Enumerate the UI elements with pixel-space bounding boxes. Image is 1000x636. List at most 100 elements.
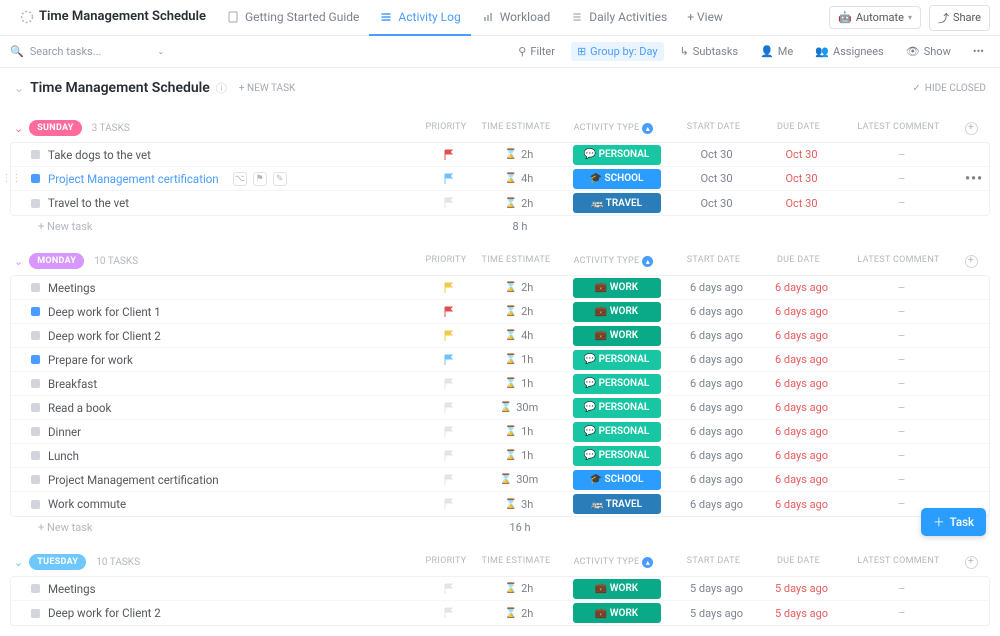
start-date-cell[interactable]: 6 days ago xyxy=(674,498,759,511)
time-estimate-cell[interactable]: ⌛30m xyxy=(479,473,559,486)
activity-cell[interactable]: 🎓 SCHOOL xyxy=(559,470,674,490)
groupby-button[interactable]: ⊞Group by: Day xyxy=(571,42,664,61)
comment-cell[interactable]: – xyxy=(844,377,959,391)
status-square[interactable] xyxy=(31,150,40,159)
search-input-wrap[interactable]: 🔍 Search tasks... ⌄ xyxy=(10,45,512,58)
col-priority[interactable]: PRIORITY xyxy=(416,255,476,268)
automate-button[interactable]: 🤖 Automate ▾ xyxy=(829,6,921,29)
task-name[interactable]: Dinner xyxy=(48,425,81,439)
comment-cell[interactable]: – xyxy=(844,582,959,596)
add-view-button[interactable]: + View xyxy=(677,0,733,36)
show-button[interactable]: 👁Show xyxy=(900,42,957,61)
status-square[interactable] xyxy=(31,584,40,593)
comment-cell[interactable]: – xyxy=(844,329,959,343)
tab-daily-activities[interactable]: Daily Activities xyxy=(560,0,677,36)
start-date-cell[interactable]: 6 days ago xyxy=(674,377,759,390)
collapse-icon[interactable]: ⌄ xyxy=(14,81,24,95)
task-name[interactable]: Lunch xyxy=(48,449,79,463)
priority-cell[interactable] xyxy=(419,474,479,486)
priority-cell[interactable] xyxy=(419,282,479,294)
comment-cell[interactable]: – xyxy=(844,473,959,487)
start-date-cell[interactable]: Oct 30 xyxy=(674,197,759,210)
due-date-cell[interactable]: 6 days ago xyxy=(759,498,844,511)
me-button[interactable]: 👤Me xyxy=(754,42,799,61)
activity-cell[interactable]: 💬 PERSONAL xyxy=(559,350,674,370)
priority-cell[interactable] xyxy=(419,306,479,318)
activity-cell[interactable]: 💼 WORK xyxy=(559,326,674,346)
status-square[interactable] xyxy=(31,283,40,292)
task-name[interactable]: Meetings xyxy=(48,582,96,596)
activity-cell[interactable]: 🚌 TRAVEL xyxy=(559,193,674,213)
col-time-estimate[interactable]: TIME ESTIMATE xyxy=(476,556,556,569)
start-date-cell[interactable]: Oct 30 xyxy=(674,148,759,161)
task-name[interactable]: Read a book xyxy=(48,401,111,415)
time-estimate-cell[interactable]: ⌛2h xyxy=(479,305,559,318)
status-square[interactable] xyxy=(31,500,40,509)
due-date-cell[interactable]: 5 days ago xyxy=(759,582,844,595)
new-task-header[interactable]: + NEW TASK xyxy=(239,83,295,94)
time-estimate-cell[interactable]: ⌛1h xyxy=(479,425,559,438)
time-estimate-cell[interactable]: ⌛3h xyxy=(479,498,559,511)
start-date-cell[interactable]: 6 days ago xyxy=(674,305,759,318)
start-date-cell[interactable]: 6 days ago xyxy=(674,281,759,294)
time-estimate-cell[interactable]: ⌛2h xyxy=(479,582,559,595)
time-estimate-cell[interactable]: ⌛4h xyxy=(479,329,559,342)
start-date-cell[interactable]: Oct 30 xyxy=(674,172,759,185)
status-square[interactable] xyxy=(31,609,40,618)
due-date-cell[interactable]: 6 days ago xyxy=(759,329,844,342)
tab-getting-started[interactable]: Getting Started Guide xyxy=(216,0,369,36)
add-column[interactable]: + xyxy=(956,122,986,135)
due-date-cell[interactable]: 6 days ago xyxy=(759,425,844,438)
col-activity-type[interactable]: ACTIVITY TYPE▴ xyxy=(556,556,671,569)
day-pill[interactable]: MONDAY xyxy=(29,253,84,269)
comment-cell[interactable]: – xyxy=(844,606,959,620)
col-start-date[interactable]: START DATE xyxy=(671,255,756,268)
task-row[interactable]: Deep work for Client 2 ⌛2h 💼 WORK 5 days… xyxy=(11,601,989,625)
collapse-group-icon[interactable]: ⌄ xyxy=(14,255,23,268)
priority-cell[interactable] xyxy=(419,402,479,414)
col-priority[interactable]: PRIORITY xyxy=(416,122,476,135)
day-pill[interactable]: TUESDAY xyxy=(29,554,86,570)
start-date-cell[interactable]: 6 days ago xyxy=(674,425,759,438)
comment-cell[interactable]: – xyxy=(844,281,959,295)
start-date-cell[interactable]: 6 days ago xyxy=(674,353,759,366)
collapse-group-icon[interactable]: ⌄ xyxy=(14,122,23,135)
task-name[interactable]: Deep work for Client 2 xyxy=(48,606,161,620)
comment-cell[interactable]: – xyxy=(844,172,959,186)
priority-cell[interactable] xyxy=(419,378,479,390)
priority-cell[interactable] xyxy=(419,354,479,366)
due-date-cell[interactable]: 6 days ago xyxy=(759,449,844,462)
due-date-cell[interactable]: Oct 30 xyxy=(759,172,844,185)
subtasks-button[interactable]: ↳Subtasks xyxy=(674,42,745,61)
col-due-date[interactable]: DUE DATE xyxy=(756,122,841,135)
task-row[interactable]: Read a book ⌛30m 💬 PERSONAL 6 days ago 6… xyxy=(11,396,989,420)
status-square[interactable] xyxy=(31,475,40,484)
priority-cell[interactable] xyxy=(419,149,479,161)
col-latest-comment[interactable]: LATEST COMMENT xyxy=(841,255,956,268)
task-name[interactable]: Meetings xyxy=(48,281,96,295)
activity-cell[interactable]: 💼 WORK xyxy=(559,302,674,322)
task-row[interactable]: Deep work for Client 2 ⌛4h 💼 WORK 6 days… xyxy=(11,324,989,348)
priority-cell[interactable] xyxy=(419,450,479,462)
task-name[interactable]: Prepare for work xyxy=(48,353,133,367)
col-activity-type[interactable]: ACTIVITY TYPE▴ xyxy=(556,255,671,268)
comment-cell[interactable]: – xyxy=(844,449,959,463)
comment-cell[interactable]: – xyxy=(844,148,959,162)
task-row[interactable]: Breakfast ⌛1h 💬 PERSONAL 6 days ago 6 da… xyxy=(11,372,989,396)
due-date-cell[interactable]: 6 days ago xyxy=(759,353,844,366)
time-estimate-cell[interactable]: ⌛30m xyxy=(479,401,559,414)
activity-cell[interactable]: 💼 WORK xyxy=(559,603,674,623)
priority-cell[interactable] xyxy=(419,330,479,342)
time-estimate-cell[interactable]: ⌛1h xyxy=(479,353,559,366)
due-date-cell[interactable]: 6 days ago xyxy=(759,401,844,414)
comment-cell[interactable]: – xyxy=(844,353,959,367)
activity-cell[interactable]: 💬 PERSONAL xyxy=(559,145,674,165)
col-time-estimate[interactable]: TIME ESTIMATE xyxy=(476,255,556,268)
col-start-date[interactable]: START DATE xyxy=(671,122,756,135)
col-latest-comment[interactable]: LATEST COMMENT xyxy=(841,556,956,569)
due-date-cell[interactable]: 6 days ago xyxy=(759,305,844,318)
due-date-cell[interactable]: Oct 30 xyxy=(759,148,844,161)
info-icon[interactable]: ⓘ xyxy=(216,80,227,96)
task-name[interactable]: Project Management certification xyxy=(48,473,219,487)
start-date-cell[interactable]: 6 days ago xyxy=(674,329,759,342)
